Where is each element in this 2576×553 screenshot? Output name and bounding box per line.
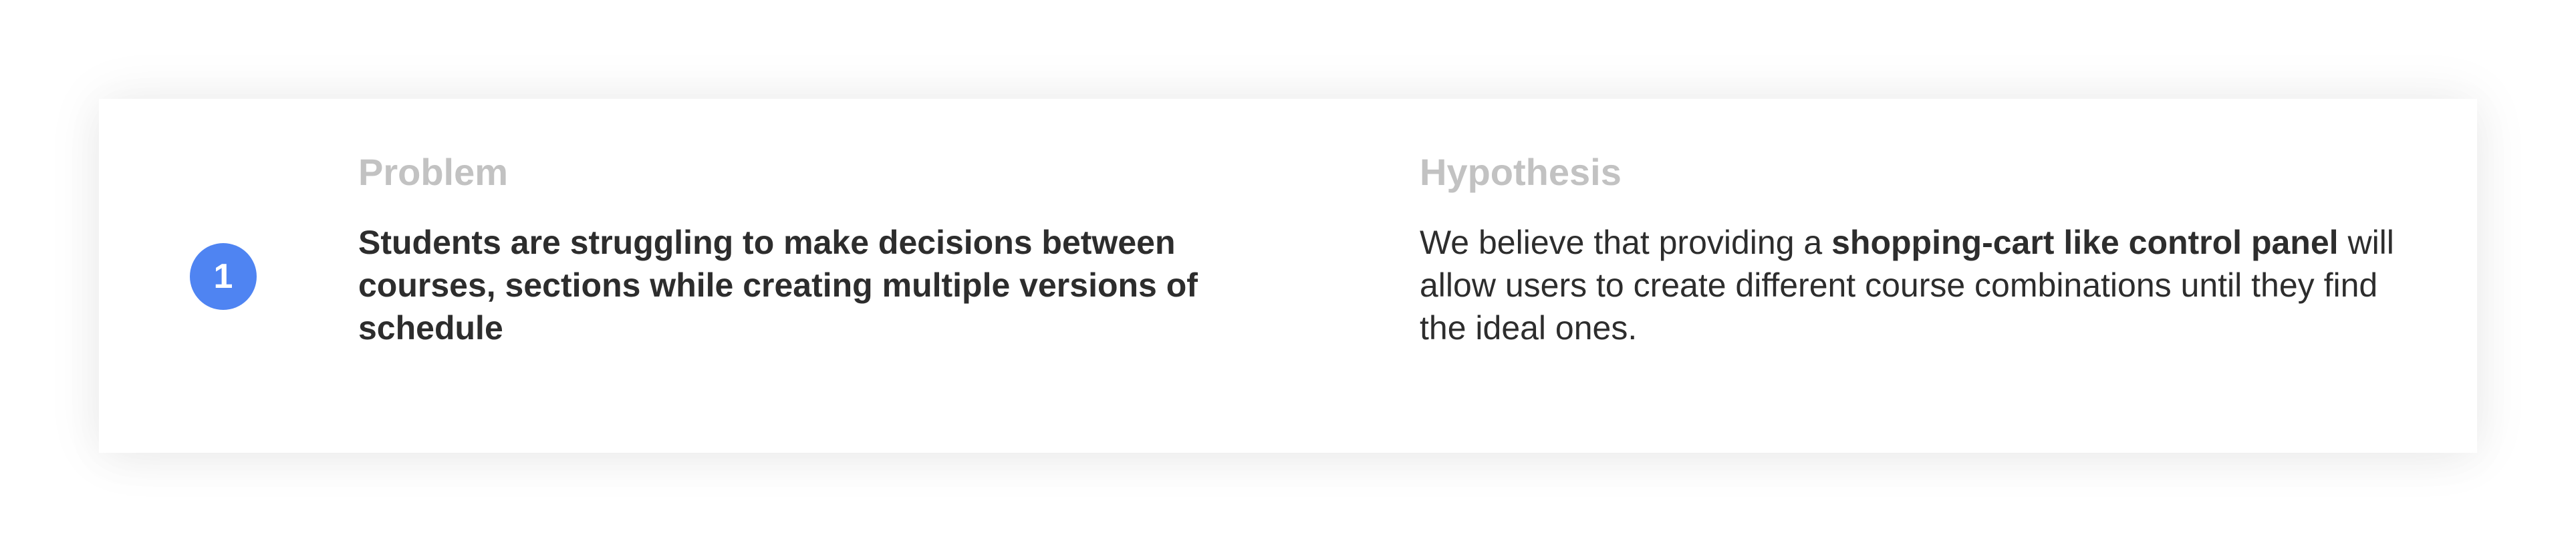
hypothesis-text-lead: We believe that providing a	[1420, 224, 1832, 262]
hypothesis-statement: We believe that providing a shopping-car…	[1420, 221, 2396, 349]
problem-hypothesis-card: 1 Problem Students are struggling to mak…	[99, 99, 2477, 453]
hypothesis-heading: Hypothesis	[1420, 151, 1622, 193]
problem-section: Problem Students are struggling to make …	[358, 150, 1227, 349]
hypothesis-section: Hypothesis We believe that providing a s…	[1420, 150, 2396, 349]
problem-heading: Problem	[358, 151, 509, 193]
problem-statement: Students are struggling to make decision…	[358, 224, 1198, 347]
hypothesis-text-emphasis: shopping-cart like control panel	[1831, 224, 2339, 262]
step-number: 1	[213, 257, 233, 296]
step-number-badge: 1	[190, 243, 257, 310]
